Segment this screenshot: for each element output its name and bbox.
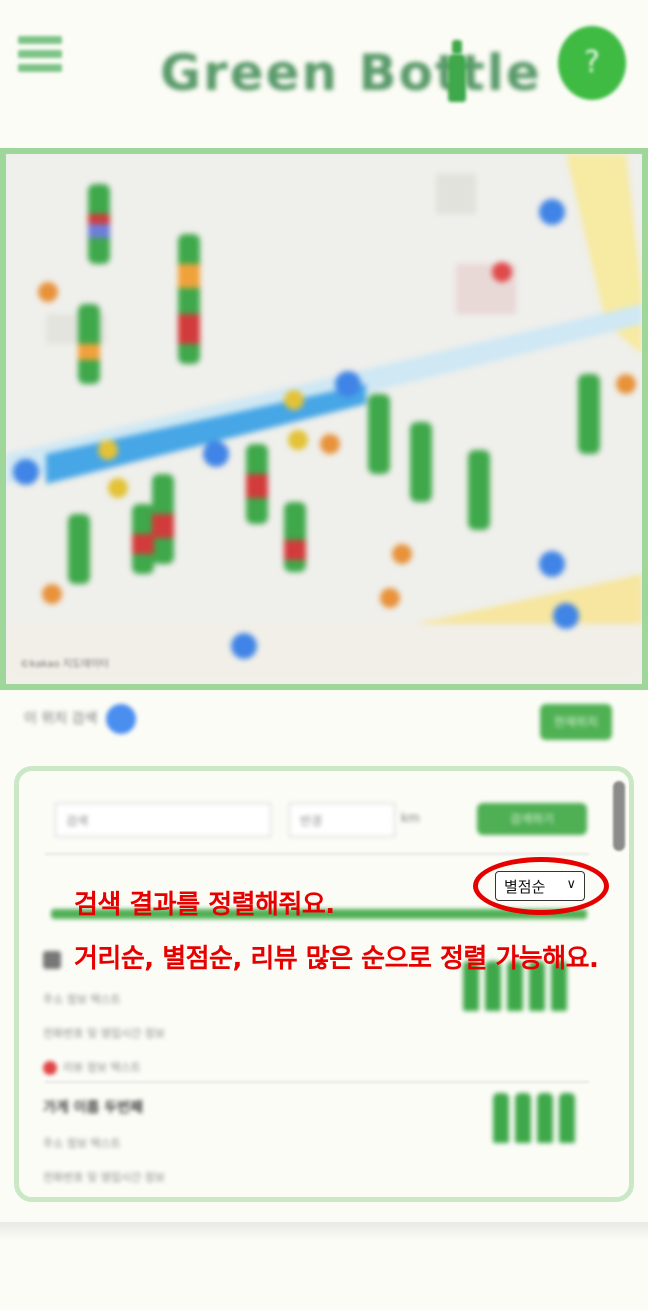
map-view[interactable]: ©kakao 지도데이터 [0, 148, 648, 690]
item-contact: 전화번호 및 영업시간 정보 [43, 1171, 165, 1184]
sort-select[interactable]: 별점순 ∨ [495, 871, 585, 901]
app-header: Green Bottle ? [0, 0, 648, 140]
store-icon [43, 951, 61, 969]
bottle-icon [559, 1093, 575, 1143]
divider [45, 853, 589, 855]
bottle-icon [515, 1093, 531, 1143]
review-icon [43, 1061, 57, 1075]
refresh-icon [105, 704, 136, 734]
scrollbar[interactable] [613, 781, 625, 851]
question-icon: ? [584, 45, 600, 80]
divider [45, 1081, 589, 1083]
current-location-button[interactable]: 현재위치 [540, 704, 612, 740]
annotation-line-1: 검색 결과를 정렬해줘요. [74, 890, 335, 920]
bottle-rating [493, 1093, 575, 1143]
annotation-line-2: 거리순, 별점순, 리뷰 많은 순으로 정렬 가능해요. [74, 944, 599, 974]
bottle-icon [493, 1093, 509, 1143]
map-canvas[interactable] [6, 154, 642, 684]
hamburger-icon[interactable] [18, 36, 62, 82]
search-here-button[interactable]: 이 위치 검색 [24, 704, 136, 734]
chevron-down-icon: ∨ [566, 877, 576, 892]
app-logo: Green Bottle [160, 44, 542, 102]
search-button[interactable]: 검색하기 [477, 803, 587, 835]
radius-input[interactable]: 반경 [289, 803, 395, 837]
item-contact: 전화번호 및 영업시간 정보 [43, 1027, 165, 1040]
bottle-icon [537, 1093, 553, 1143]
item-badge: 리뷰 정보 텍스트 [43, 1059, 603, 1075]
help-button[interactable]: ? [558, 26, 626, 100]
bottle-icon [448, 40, 466, 102]
results-panel: 검색 반경 km 검색하기 별점순 ∨ 주소 정보 텍스트 전화번호 및 영업시… [14, 766, 634, 1202]
radius-unit: km [401, 811, 420, 825]
app-screen: Green Bottle ? ©kakao 지도데이터 이 위치 검색 현재위치… [0, 0, 648, 1310]
search-here-label: 이 위치 검색 [24, 711, 98, 727]
map-attribution: ©kakao 지도데이터 [20, 659, 109, 670]
search-input[interactable]: 검색 [55, 803, 271, 837]
sort-selected-value: 별점순 [504, 878, 546, 896]
footer-divider [0, 1222, 648, 1240]
